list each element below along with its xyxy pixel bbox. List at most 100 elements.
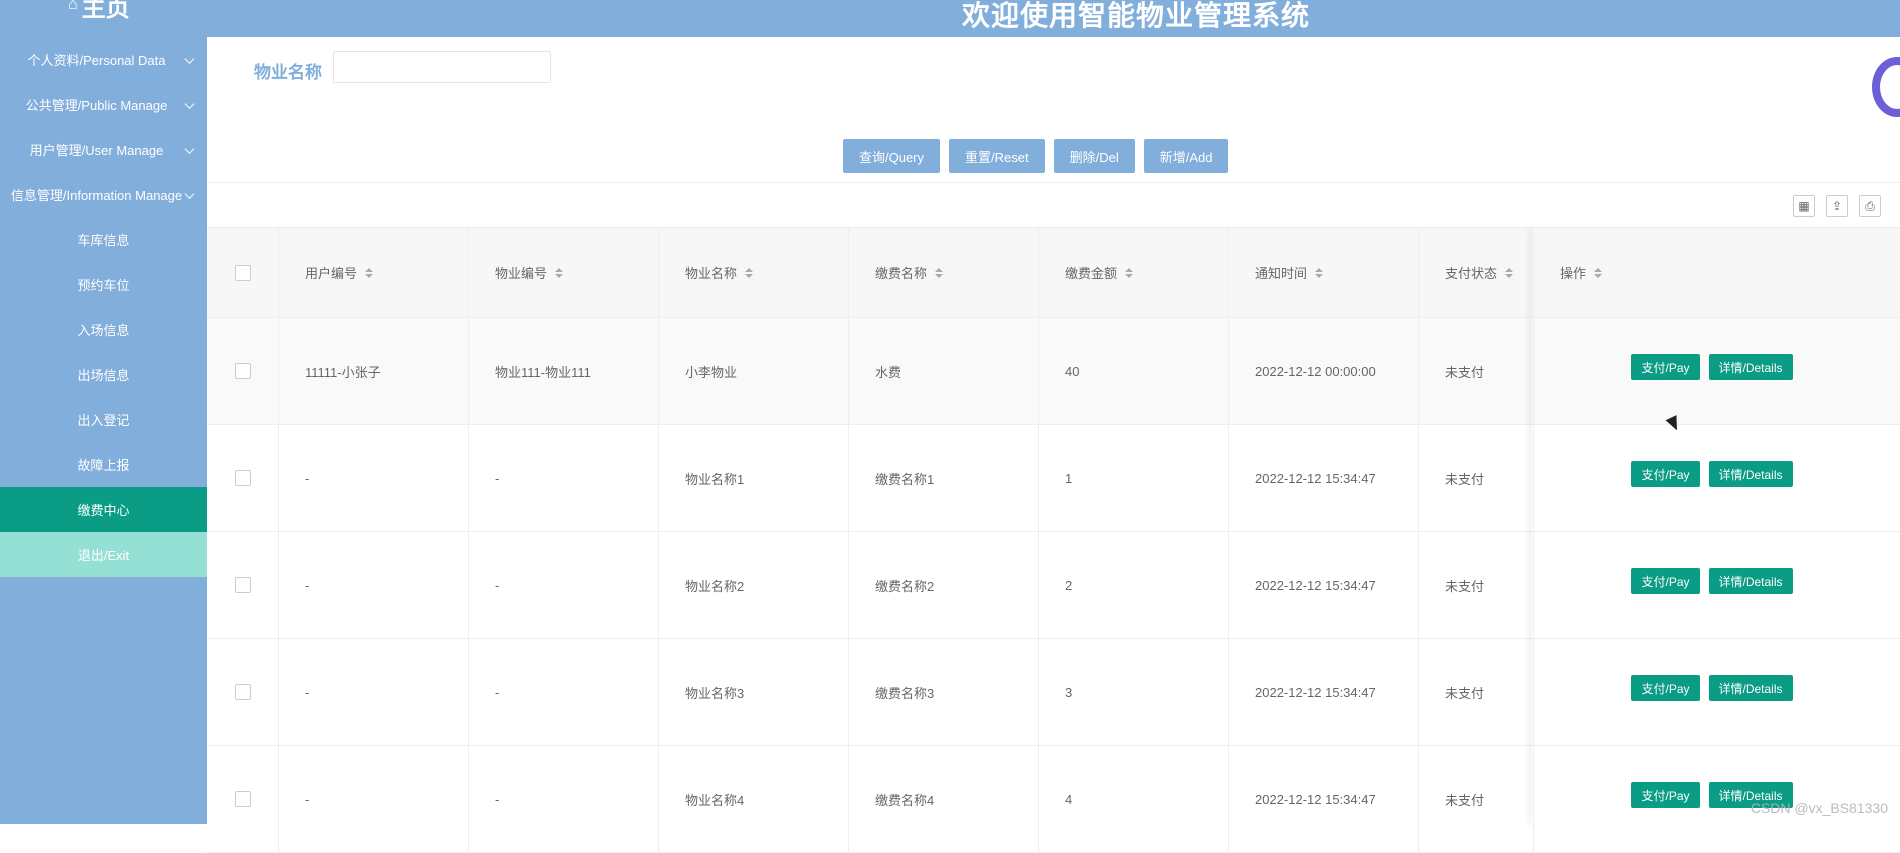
- sidebar-item-label: 故障上报: [77, 458, 130, 473]
- header-user-no[interactable]: 用户编号: [279, 228, 469, 317]
- cell-pay-status: 未支付: [1419, 746, 1534, 852]
- pay-button[interactable]: 支付/Pay: [1631, 675, 1700, 701]
- query-button[interactable]: 查询/Query: [843, 139, 941, 173]
- cell-fee-name: 缴费名称1: [849, 425, 1039, 531]
- sidebar-item-entry-info[interactable]: 入场信息: [0, 307, 207, 352]
- cell-fee-name: 缴费名称2: [849, 532, 1039, 638]
- cell-amount: 40: [1039, 318, 1229, 424]
- sidebar-item-label: 公共管理/Public Manage: [25, 98, 168, 113]
- cell-property-no: -: [469, 639, 659, 745]
- sidebar-item-information-manage[interactable]: 信息管理/Information Manage: [0, 172, 207, 217]
- details-button[interactable]: 详情/Details: [1708, 461, 1793, 487]
- action-buttons: 查询/Query 重置/Reset 删除/Del 新增/Add: [843, 139, 1229, 173]
- sidebar-item-garage-info[interactable]: 车库信息: [0, 217, 207, 262]
- details-button[interactable]: 详情/Details: [1708, 354, 1793, 380]
- app-title: 欢迎使用智能物业管理系统: [962, 0, 1311, 31]
- sidebar-item-exit-info[interactable]: 出场信息: [0, 352, 207, 397]
- header-fee-name[interactable]: 缴费名称: [849, 228, 1039, 317]
- cell-actions: 支付/Pay 详情/Details: [1534, 318, 1890, 424]
- row-checkbox[interactable]: [234, 791, 251, 807]
- chevron-down-icon: [184, 98, 195, 109]
- sidebar-item-label: 出入登记: [77, 413, 130, 428]
- sidebar-item-label: 信息管理/Information Manage: [10, 188, 183, 203]
- pay-button[interactable]: 支付/Pay: [1631, 568, 1700, 594]
- header-actions[interactable]: 操作: [1534, 228, 1890, 317]
- row-checkbox[interactable]: [234, 684, 251, 700]
- row-checkbox[interactable]: [234, 577, 251, 593]
- cell-actions: 支付/Pay 详情/Details: [1534, 746, 1890, 852]
- sort-icon[interactable]: [935, 267, 944, 278]
- table-header-row: 用户编号 物业编号 物业名称 缴费名称 缴费金额 通知时间 支付状态 操作: [207, 228, 1900, 318]
- table-row[interactable]: - - 物业名称1 缴费名称1 1 2022-12-12 15:34:47 未支…: [207, 425, 1900, 532]
- sidebar-item-fault-report[interactable]: 故障上报: [0, 442, 207, 487]
- header-property-name[interactable]: 物业名称: [659, 228, 849, 317]
- sort-icon[interactable]: [1125, 267, 1134, 278]
- sidebar-item-reserve-parking[interactable]: 预约车位: [0, 262, 207, 307]
- print-icon[interactable]: ⎙: [1859, 195, 1881, 217]
- details-button[interactable]: 详情/Details: [1708, 675, 1793, 701]
- sidebar-item-exit[interactable]: 退出/Exit: [0, 532, 207, 577]
- pay-button[interactable]: 支付/Pay: [1631, 461, 1700, 487]
- cell-amount: 4: [1039, 746, 1229, 852]
- header-notify-time[interactable]: 通知时间: [1229, 228, 1419, 317]
- cell-amount: 1: [1039, 425, 1229, 531]
- pay-button[interactable]: 支付/Pay: [1631, 354, 1700, 380]
- cell-fee-name: 缴费名称4: [849, 746, 1039, 852]
- details-button[interactable]: 详情/Details: [1708, 568, 1793, 594]
- row-checkbox-cell: [207, 425, 279, 531]
- sort-icon[interactable]: [1315, 267, 1324, 278]
- row-checkbox-cell: [207, 532, 279, 638]
- cell-property-name: 小李物业: [659, 318, 849, 424]
- header-pay-status[interactable]: 支付状态: [1419, 228, 1534, 317]
- row-checkbox-cell: [207, 639, 279, 745]
- table-row[interactable]: - - 物业名称2 缴费名称2 2 2022-12-12 15:34:47 未支…: [207, 532, 1900, 639]
- home-link[interactable]: ⌂ 主页: [68, 0, 168, 22]
- sort-icon[interactable]: [1594, 267, 1603, 278]
- sidebar-item-access-log[interactable]: 出入登记: [0, 397, 207, 442]
- row-checkbox[interactable]: [234, 470, 251, 486]
- sort-icon[interactable]: [1505, 267, 1514, 278]
- property-name-input[interactable]: [333, 51, 551, 83]
- sidebar: 个人资料/Personal Data 公共管理/Public Manage 用户…: [0, 37, 207, 824]
- table-row[interactable]: - - 物业名称4 缴费名称4 4 2022-12-12 15:34:47 未支…: [207, 746, 1900, 853]
- cell-notify-time: 2022-12-12 15:34:47: [1229, 639, 1419, 745]
- table-row[interactable]: - - 物业名称3 缴费名称3 3 2022-12-12 15:34:47 未支…: [207, 639, 1900, 746]
- columns-icon[interactable]: ▦: [1793, 195, 1815, 217]
- sidebar-item-public-manage[interactable]: 公共管理/Public Manage: [0, 82, 207, 127]
- row-checkbox-cell: [207, 746, 279, 852]
- sidebar-item-label: 退出/Exit: [77, 548, 130, 563]
- row-checkbox[interactable]: [234, 363, 251, 379]
- search-label: 物业名称: [254, 63, 322, 82]
- cell-pay-status: 未支付: [1419, 639, 1534, 745]
- sidebar-item-user-manage[interactable]: 用户管理/User Manage: [0, 127, 207, 172]
- top-bar: ⌂ 主页 欢迎使用智能物业管理系统: [0, 0, 1900, 37]
- sort-icon[interactable]: [555, 267, 564, 278]
- sort-icon[interactable]: [365, 267, 374, 278]
- cell-property-name: 物业名称2: [659, 532, 849, 638]
- delete-button[interactable]: 删除/Del: [1053, 139, 1135, 173]
- cell-property-no: -: [469, 532, 659, 638]
- header-amount[interactable]: 缴费金额: [1039, 228, 1229, 317]
- cell-fee-name: 水费: [849, 318, 1039, 424]
- cell-notify-time: 2022-12-12 00:00:00: [1229, 318, 1419, 424]
- header-property-no[interactable]: 物业编号: [469, 228, 659, 317]
- sidebar-item-personal-data[interactable]: 个人资料/Personal Data: [0, 37, 207, 82]
- cell-pay-status: 未支付: [1419, 425, 1534, 531]
- cell-user-no: 11111-小张子: [279, 318, 469, 424]
- table-row[interactable]: 11111-小张子 物业111-物业111 小李物业 水费 40 2022-12…: [207, 318, 1900, 425]
- reset-button[interactable]: 重置/Reset: [949, 139, 1045, 173]
- sort-icon[interactable]: [745, 267, 754, 278]
- cell-pay-status: 未支付: [1419, 318, 1534, 424]
- export-icon[interactable]: ⇪: [1826, 195, 1848, 217]
- cell-property-no: 物业111-物业111: [469, 318, 659, 424]
- pay-button[interactable]: 支付/Pay: [1631, 782, 1700, 808]
- cell-notify-time: 2022-12-12 15:34:47: [1229, 532, 1419, 638]
- cell-property-name: 物业名称1: [659, 425, 849, 531]
- add-button[interactable]: 新增/Add: [1143, 139, 1229, 173]
- table-toolbar: ▦ ⇪ ⎙: [207, 182, 1900, 228]
- sidebar-item-payment-center[interactable]: 缴费中心: [0, 487, 207, 532]
- select-all-checkbox[interactable]: [234, 264, 251, 281]
- cell-user-no: -: [279, 532, 469, 638]
- sidebar-item-label: 出场信息: [77, 368, 130, 383]
- cell-pay-status: 未支付: [1419, 532, 1534, 638]
